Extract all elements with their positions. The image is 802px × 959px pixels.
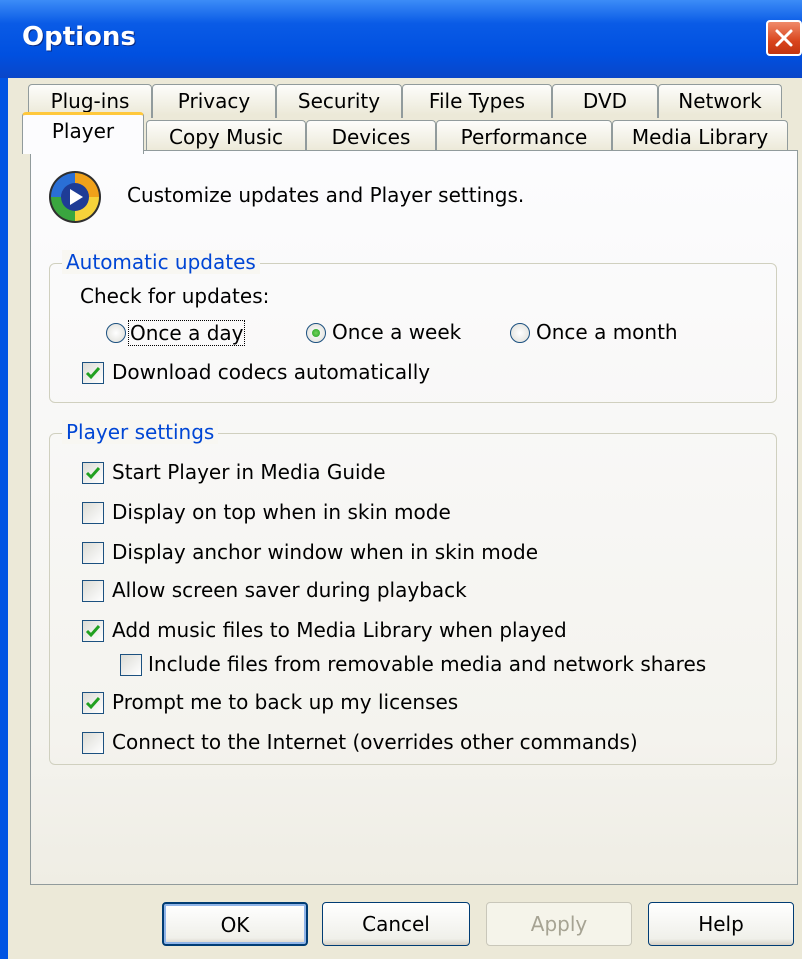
automatic-updates-legend: Automatic updates	[62, 250, 260, 274]
tab-network[interactable]: Network	[658, 84, 782, 118]
add-music-files-checkbox[interactable]	[82, 620, 104, 642]
dialog-client-area: Plug-ins Privacy Security File Types DVD…	[8, 78, 802, 959]
tab-panel-player: Customize updates and Player settings. A…	[30, 150, 798, 885]
options-dialog: Options Plug-ins Privacy Security File T…	[0, 0, 802, 959]
tab-label: Performance	[460, 125, 588, 149]
check-icon	[85, 625, 101, 638]
connect-to-internet-checkbox[interactable]	[82, 732, 104, 754]
radio-once-a-day[interactable]	[106, 323, 126, 343]
tab-performance[interactable]: Performance	[436, 120, 612, 154]
automatic-updates-group: Automatic updates Check for updates: Onc…	[49, 250, 777, 403]
tab-label: DVD	[582, 89, 628, 113]
tab-security[interactable]: Security	[276, 84, 402, 118]
display-anchor-window-label[interactable]: Display anchor window when in skin mode	[112, 540, 538, 564]
close-icon	[775, 29, 793, 47]
radio-once-a-week[interactable]	[306, 323, 326, 343]
help-button[interactable]: Help	[648, 902, 794, 946]
tab-label: File Types	[428, 89, 526, 113]
once-a-week-label[interactable]: Once a week	[332, 320, 461, 344]
tab-media-library[interactable]: Media Library	[612, 120, 788, 154]
tab-label: Media Library	[631, 125, 769, 149]
player-settings-group: Player settings Start Player in Media Gu…	[49, 420, 777, 765]
check-for-updates-label: Check for updates:	[80, 284, 270, 308]
tab-label: Copy Music	[169, 125, 283, 149]
check-icon	[85, 697, 101, 710]
add-music-files-label[interactable]: Add music files to Media Library when pl…	[112, 618, 567, 642]
ok-button[interactable]: OK	[162, 902, 308, 946]
tab-label: Privacy	[177, 89, 251, 113]
download-codecs-checkbox[interactable]	[82, 362, 104, 384]
radio-once-a-month[interactable]	[510, 323, 530, 343]
prompt-back-up-licenses-label[interactable]: Prompt me to back up my licenses	[112, 690, 458, 714]
apply-button[interactable]: Apply	[486, 902, 632, 946]
once-a-month-label[interactable]: Once a month	[536, 320, 678, 344]
allow-screen-saver-label[interactable]: Allow screen saver during playback	[112, 578, 467, 602]
display-on-top-checkbox[interactable]	[82, 502, 104, 524]
cancel-button[interactable]: Cancel	[322, 902, 470, 946]
tab-label: Network	[678, 89, 762, 113]
tab-label: Security	[297, 89, 381, 113]
tab-file-types[interactable]: File Types	[402, 84, 552, 118]
display-on-top-label[interactable]: Display on top when in skin mode	[112, 500, 451, 524]
player-settings-legend: Player settings	[62, 420, 219, 444]
once-a-day-label[interactable]: Once a day	[128, 320, 246, 346]
tab-dvd[interactable]: DVD	[552, 84, 658, 118]
display-anchor-window-checkbox[interactable]	[82, 542, 104, 564]
check-icon	[85, 367, 101, 380]
connect-to-internet-label[interactable]: Connect to the Internet (overrides other…	[112, 730, 638, 754]
intro-text: Customize updates and Player settings.	[127, 183, 525, 207]
prompt-back-up-licenses-checkbox[interactable]	[82, 692, 104, 714]
tab-privacy[interactable]: Privacy	[152, 84, 276, 118]
tab-copy-music[interactable]: Copy Music	[146, 120, 306, 154]
tab-label: Plug-ins	[50, 89, 130, 113]
allow-screen-saver-checkbox[interactable]	[82, 580, 104, 602]
start-player-in-media-guide-checkbox[interactable]	[82, 462, 104, 484]
window-title: Options	[22, 22, 136, 52]
tab-player[interactable]: Player	[22, 112, 144, 154]
tab-devices[interactable]: Devices	[306, 120, 436, 154]
close-button[interactable]	[766, 20, 802, 56]
tab-label: Player	[51, 119, 115, 143]
media-player-icon	[49, 171, 101, 223]
start-player-in-media-guide-label[interactable]: Start Player in Media Guide	[112, 460, 386, 484]
title-bar[interactable]: Options	[0, 0, 802, 78]
tab-label: Devices	[331, 125, 411, 149]
download-codecs-label[interactable]: Download codecs automatically	[112, 360, 430, 384]
include-removable-media-label[interactable]: Include files from removable media and n…	[148, 652, 706, 676]
check-icon	[85, 467, 101, 480]
include-removable-media-checkbox[interactable]	[120, 654, 142, 676]
